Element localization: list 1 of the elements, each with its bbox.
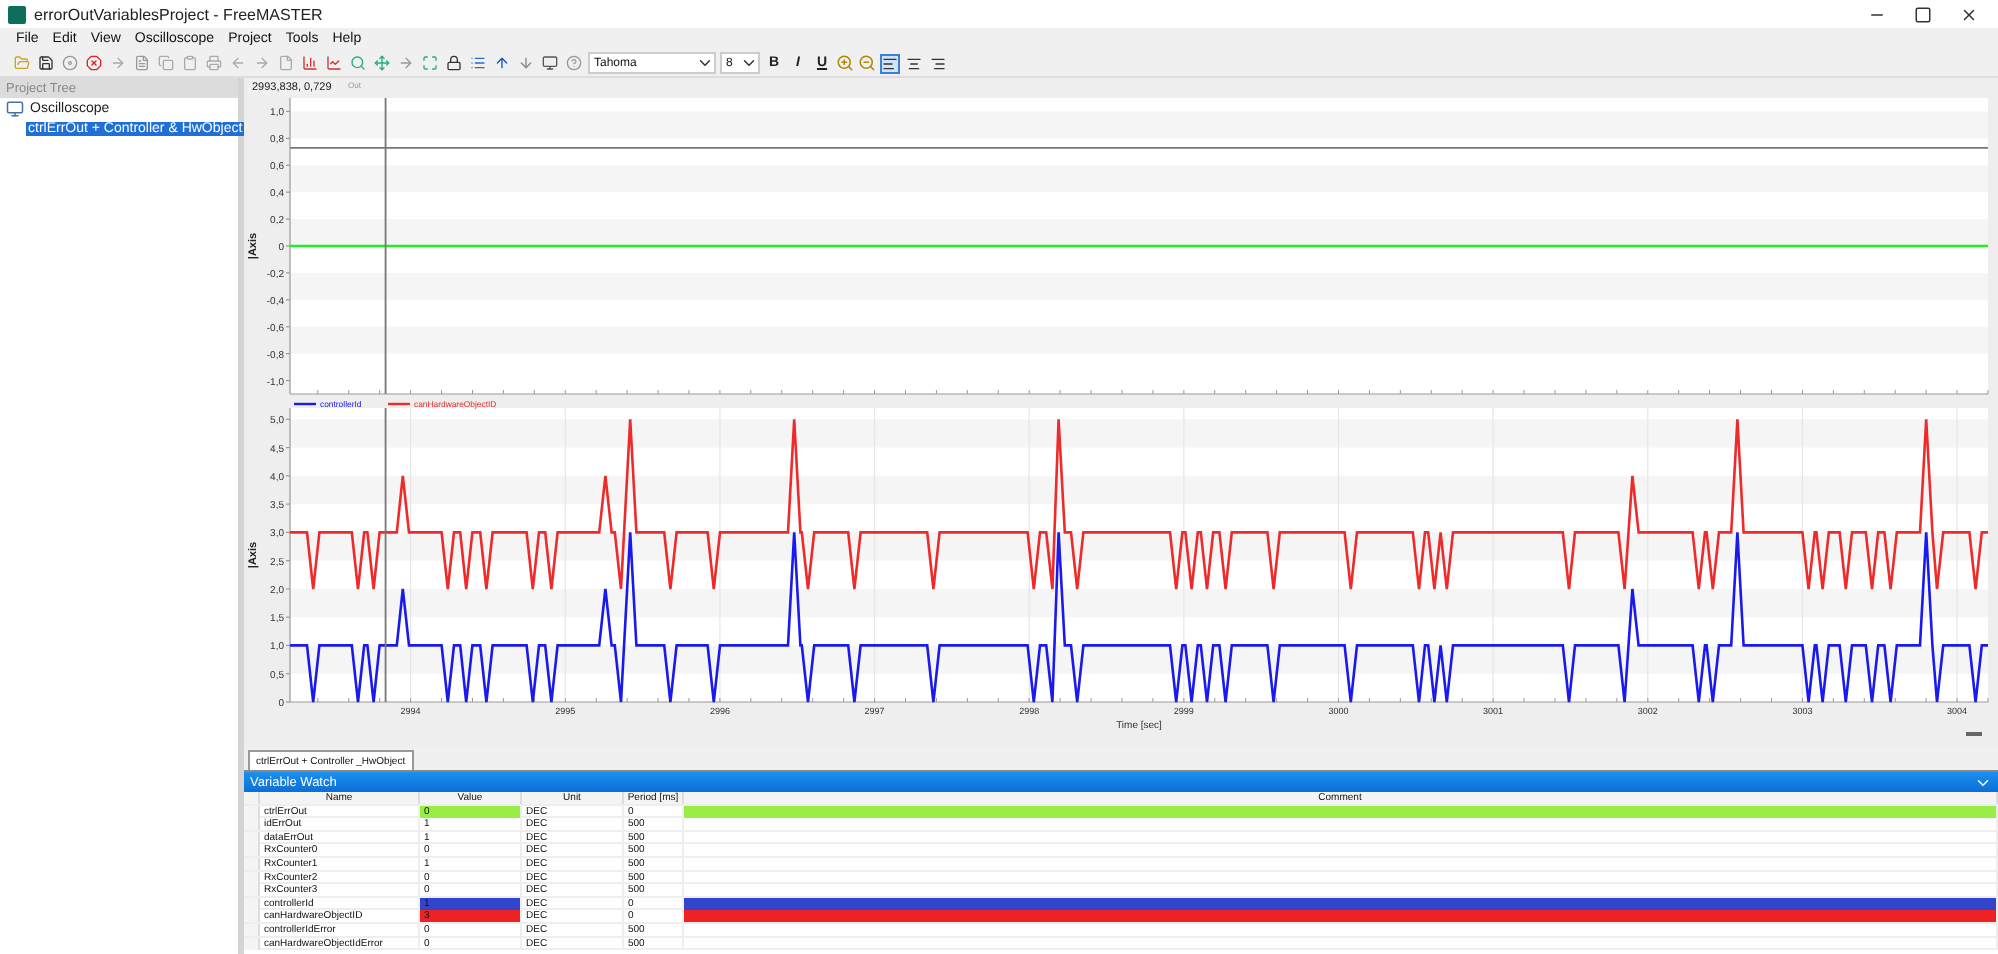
- window-title: errorOutVariablesProject - FreeMASTER: [34, 5, 325, 23]
